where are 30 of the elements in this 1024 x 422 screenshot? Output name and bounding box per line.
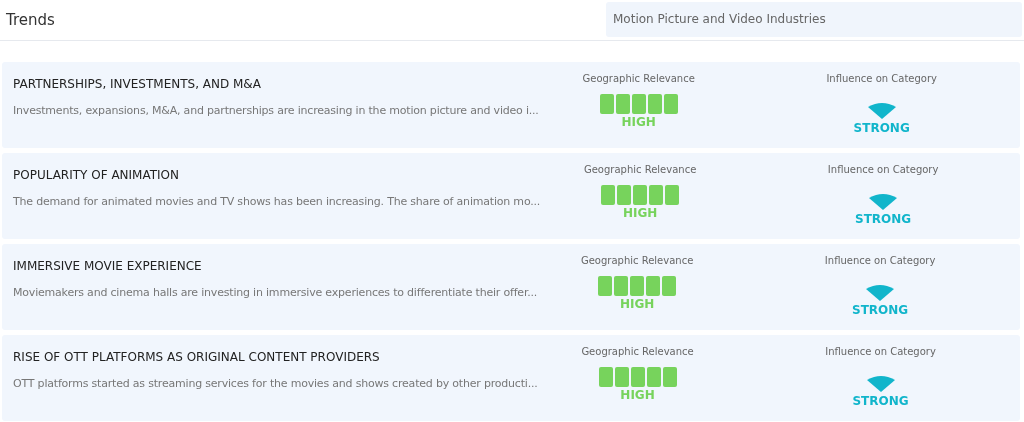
influence-label: Influence on Category <box>825 346 936 357</box>
influence-label: Influence on Category <box>827 164 939 175</box>
influence-label: Influence on Category <box>826 73 937 84</box>
relevance-reading: HIGH <box>619 297 655 311</box>
influence-reading: STRONG <box>852 303 909 317</box>
signal-wedge-icon <box>867 102 896 119</box>
signal-wedge-icon <box>866 375 895 392</box>
influence-label: Influence on Category <box>824 255 936 266</box>
relevance-reading: HIGH <box>622 206 658 220</box>
trend-summary: The demand for animated movies and TV shows has been increasing. The share of animation mo... <box>13 195 541 208</box>
trend-summary: Moviemakers and cinema halls are investing in immersive experiences to differentiate their offer... <box>13 286 538 299</box>
trend-title[interactable]: RISE OF OTT PLATFORMS AS ORIGINAL CONTENT PROVIDERS <box>13 350 538 364</box>
relevance-label: Geographic Relevance <box>580 255 694 266</box>
relevance-label: Geographic Relevance <box>583 164 697 175</box>
influence-reading: STRONG <box>855 212 912 226</box>
trend-title[interactable]: PARTNERSHIPS, INVESTMENTS, AND M&A <box>13 77 539 91</box>
relevance-reading: HIGH <box>621 115 656 129</box>
influence-reading: STRONG <box>852 394 909 408</box>
signal-wedge-icon <box>866 284 895 301</box>
signal-wedge-icon <box>869 193 898 210</box>
trend-title[interactable]: POPULARITY OF ANIMATION <box>13 168 541 182</box>
relevance-reading: HIGH <box>620 388 655 402</box>
page-title: Trends <box>6 11 55 29</box>
trend-summary: Investments, expansions, M&A, and partnerships are increasing in the motion picture and video i... <box>13 104 539 117</box>
trend-summary: OTT platforms started as streaming services for the movies and shows created by other producti... <box>13 377 538 390</box>
relevance-label: Geographic Relevance <box>582 73 695 84</box>
influence-reading: STRONG <box>853 121 910 135</box>
trend-title[interactable]: IMMERSIVE MOVIE EXPERIENCE <box>13 259 538 273</box>
relevance-label: Geographic Relevance <box>581 346 694 357</box>
search-field[interactable]: Motion Picture and Video Industries <box>606 1 1022 37</box>
